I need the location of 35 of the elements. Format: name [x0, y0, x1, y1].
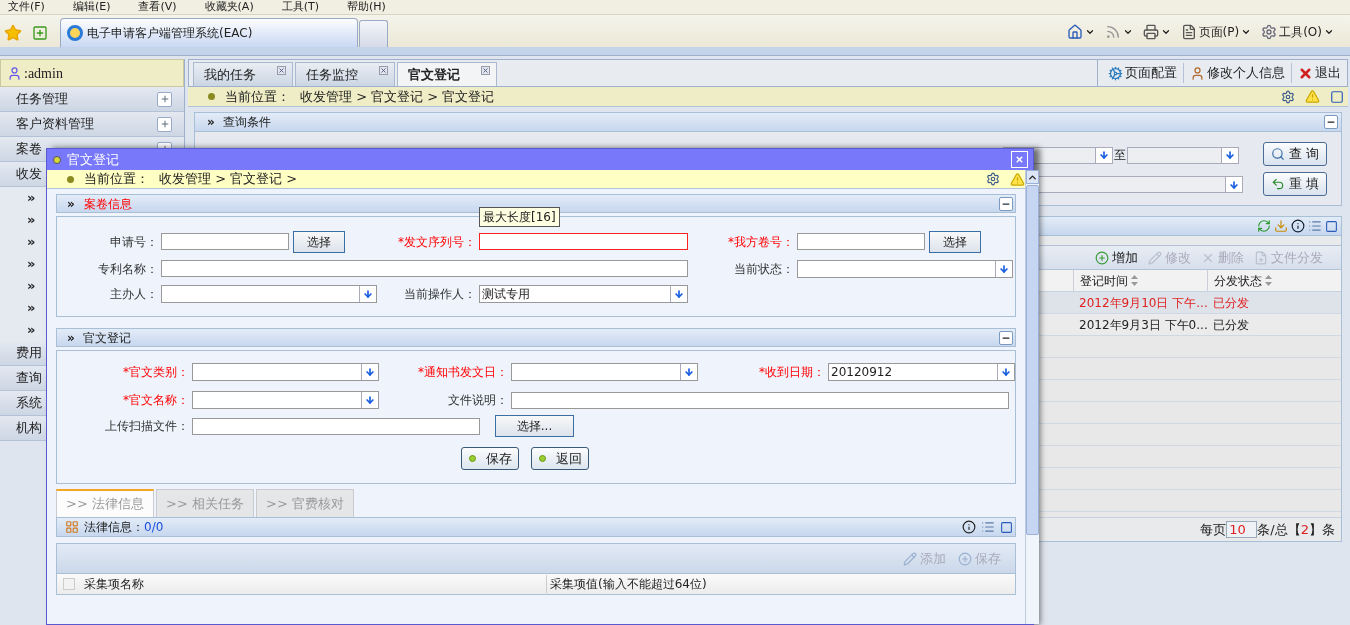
field-label: *通知书发文日： [417, 364, 509, 381]
table-cell-text: 已分发 [1212, 317, 1250, 334]
field-label: 当前操作人： [403, 285, 477, 303]
breadcrumb-path: 收发管理 > 官文登记 > 官文登记 [300, 87, 495, 106]
breadcrumb-label: 当前位置： [225, 87, 290, 106]
breadcrumb-path: 收发管理 > 官文登记 > [159, 170, 298, 189]
pager-label: 每页 [1200, 520, 1227, 539]
dialog-title: 官文登记 [67, 150, 119, 169]
section-marker: » [207, 114, 215, 131]
tooltip: 最大长度[16] [479, 206, 560, 227]
section-marker: » [67, 195, 75, 213]
table-cell-text: 2012年9月10日 下午... [1078, 295, 1207, 312]
field-label: 专利名称： [97, 260, 159, 278]
field-label: 上传扫描文件： [104, 418, 190, 435]
tab-title: 电子申请客户端管理系统(EAC) [87, 25, 253, 42]
field-label: *收到日期： [758, 364, 826, 381]
table-cell-text: 2012年9月3日 下午0... [1078, 317, 1207, 334]
field-label: *发文序列号： [397, 233, 477, 251]
field-label: 当前状态： [733, 260, 795, 278]
section-title: 查询条件 [222, 114, 271, 131]
table-cell-text: 已分发 [1212, 295, 1250, 312]
field-label: *我方卷号： [727, 233, 795, 251]
pager-label: 条/总【2】条 [1257, 520, 1335, 539]
panel-title: 法律信息：0/0 [84, 519, 164, 536]
field-label: 主办人： [109, 285, 159, 303]
breadcrumb-label: 当前位置： [84, 170, 149, 189]
section-title: 案卷信息 [84, 195, 132, 213]
field-label: *官文类别： [122, 364, 190, 381]
user-name: :admin [24, 64, 63, 83]
section-title: 官文登记 [82, 329, 131, 347]
range-label: 至 [1114, 147, 1126, 164]
field-label: *官文名称： [122, 392, 190, 409]
field-label: 文件说明： [447, 392, 509, 409]
field-label: 申请号： [109, 233, 159, 251]
section-marker: » [67, 329, 75, 347]
